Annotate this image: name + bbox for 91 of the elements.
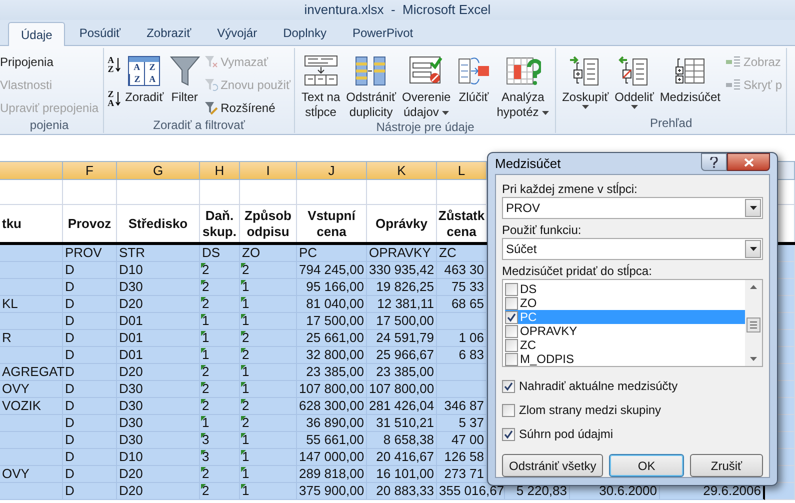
ribbon-tab[interactable]: Zobraziť bbox=[134, 21, 204, 45]
table-cell bbox=[200, 180, 240, 205]
ribbon-button[interactable]: Zoskupiť bbox=[560, 52, 611, 116]
close-button[interactable] bbox=[727, 153, 770, 171]
table-cell: 1 bbox=[240, 483, 297, 500]
ribbon-button[interactable]: Text na stĺpce bbox=[299, 52, 342, 120]
checkbox-label: Nahradiť aktuálne medzisúčty bbox=[519, 378, 678, 395]
scrollbar[interactable] bbox=[745, 280, 762, 366]
help-icon bbox=[710, 156, 718, 168]
show-detail-icon bbox=[724, 55, 741, 69]
column-header[interactable]: I bbox=[240, 162, 297, 180]
group-label: Nástroje pre údaje bbox=[375, 120, 476, 135]
field-label: Pri každej zmene v stĺpci: bbox=[502, 181, 638, 197]
dialog-button[interactable]: Odstrániť všetky bbox=[502, 454, 604, 477]
group-label: pojenia bbox=[28, 118, 70, 133]
ribbon-button[interactable]: Filter bbox=[168, 52, 202, 118]
group-label: Prehľad bbox=[648, 116, 694, 132]
help-button[interactable] bbox=[701, 153, 727, 171]
column-header[interactable]: L bbox=[437, 162, 487, 180]
checkbox[interactable] bbox=[505, 296, 518, 310]
close-icon bbox=[744, 158, 754, 166]
ribbon-tab[interactable]: PowerPivot bbox=[340, 21, 426, 45]
ribbon-small-button[interactable]: Rozšírené bbox=[204, 98, 290, 118]
column-header[interactable]: K bbox=[367, 162, 437, 180]
ribbon-button[interactable]: Oddeliť bbox=[612, 52, 656, 116]
table-cell: 20 883,33 bbox=[367, 483, 437, 500]
checkbox[interactable] bbox=[505, 310, 518, 324]
clear-filter-icon bbox=[204, 55, 218, 69]
ribbon-button[interactable]: Odstrániť duplicity bbox=[344, 52, 398, 120]
table-cell bbox=[297, 180, 367, 205]
field-label: Medzisúčet pridať do stĺpca: bbox=[502, 263, 653, 279]
table-header-cell: Způsob odpisu bbox=[240, 205, 297, 242]
table-cell bbox=[0, 180, 63, 205]
dropdown-field[interactable]: Súčet bbox=[502, 238, 763, 260]
list-item[interactable]: M_ODPIS bbox=[505, 352, 745, 366]
column-header[interactable]: G bbox=[117, 162, 200, 180]
ribbon-tab[interactable]: Posúdiť bbox=[67, 21, 133, 45]
group-label: Zoradiť a filtrovať bbox=[152, 118, 246, 133]
ribbon-tab[interactable]: Údaje bbox=[8, 22, 66, 46]
column-header[interactable]: J bbox=[297, 162, 367, 180]
table-cell: 2 bbox=[200, 483, 240, 500]
field-label: Použiť funkciu: bbox=[502, 222, 582, 238]
dialog-title: Medzisúčet bbox=[495, 154, 561, 173]
dropdown-field[interactable]: PROV bbox=[502, 197, 763, 219]
reapply-filter-icon bbox=[204, 78, 218, 92]
checkbox[interactable] bbox=[505, 338, 518, 352]
ribbon-button[interactable]: Medzisúčet bbox=[658, 52, 723, 116]
table-header-cell: Středisko bbox=[117, 205, 200, 242]
column-header[interactable]: H bbox=[200, 162, 240, 180]
ribbon-tab[interactable]: Vývojár bbox=[205, 21, 270, 45]
dialog-button[interactable]: Zrušiť bbox=[690, 454, 763, 477]
advanced-filter-icon bbox=[204, 101, 218, 115]
table-cell: D20 bbox=[117, 483, 200, 500]
table-header-cell: Vstupní cena bbox=[297, 205, 367, 242]
text-to-columns-icon bbox=[304, 55, 338, 87]
checkbox[interactable] bbox=[502, 428, 515, 440]
sort-table-icon: A Z Z A bbox=[128, 56, 160, 86]
ribbon-tab[interactable]: Doplnky bbox=[271, 21, 338, 45]
hide-detail-icon bbox=[724, 78, 741, 92]
what-if-analysis-icon bbox=[504, 55, 541, 87]
ribbon-button[interactable]: Overenie údajov bbox=[400, 52, 453, 120]
table-cell bbox=[63, 180, 117, 205]
list-item[interactable]: ZO bbox=[505, 296, 745, 310]
funnel-icon bbox=[170, 55, 200, 87]
table-header-cell: Provoz bbox=[63, 205, 117, 242]
table-cell: D bbox=[63, 483, 117, 500]
table-cell: 375 900,00 bbox=[297, 483, 367, 500]
table-header-cell: Oprávky bbox=[367, 205, 437, 242]
dialog-button[interactable]: OK bbox=[609, 454, 684, 477]
checkbox[interactable] bbox=[502, 404, 515, 416]
checkbox[interactable] bbox=[505, 352, 518, 366]
remove-duplicates-icon bbox=[354, 55, 388, 87]
table-row[interactable]: D D20 2 1 375 900,00 20 883,33 355 016,67 5 220,83 30.6.2000 29.6.2006 bbox=[0, 483, 795, 500]
table-cell bbox=[0, 483, 63, 500]
ribbon-button[interactable]: A Z Z A Zoradiť bbox=[123, 52, 166, 118]
ribbon-button[interactable]: Zlúčiť bbox=[454, 52, 493, 120]
checkbox[interactable] bbox=[505, 282, 518, 296]
table-cell bbox=[367, 180, 437, 205]
ungroup-rows-icon bbox=[618, 55, 650, 87]
column-header[interactable]: F bbox=[63, 162, 117, 180]
ribbon-button[interactable]: Analýza hypotéz bbox=[494, 52, 552, 120]
table-cell bbox=[240, 180, 297, 205]
table-header-cell: Daň. skup. bbox=[200, 205, 240, 242]
checkbox[interactable] bbox=[505, 324, 518, 338]
list-item[interactable]: DS bbox=[505, 282, 745, 296]
checkbox[interactable] bbox=[502, 380, 515, 392]
consolidate-icon bbox=[456, 55, 491, 87]
window-title: inventura.xlsx - Microsoft Excel bbox=[304, 1, 491, 20]
table-header-cell: tku bbox=[0, 205, 63, 242]
group-rows-icon bbox=[569, 55, 602, 87]
ribbon-small-button[interactable]: Pripojenia bbox=[0, 52, 99, 72]
